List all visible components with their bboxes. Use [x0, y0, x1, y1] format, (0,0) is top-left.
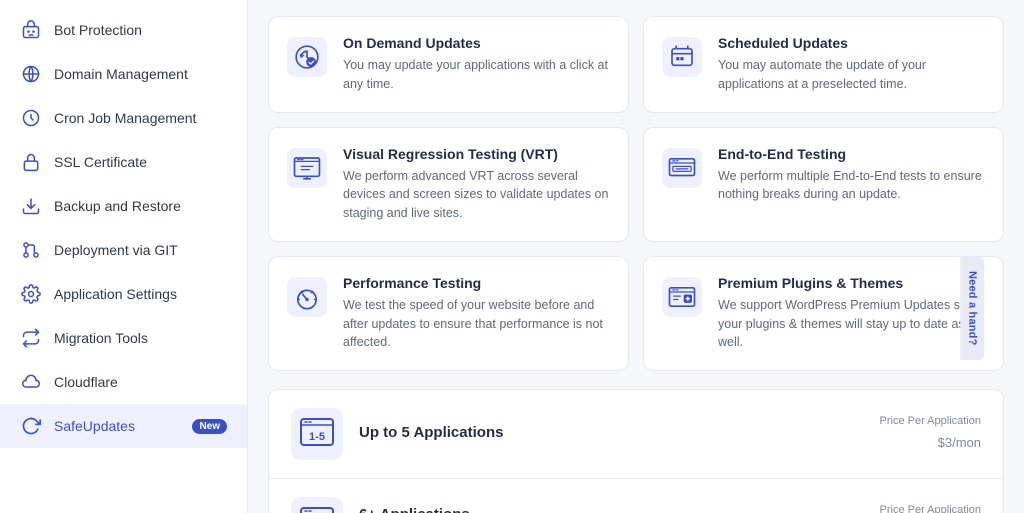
sidebar-label-ssl-certificate: SSL Certificate — [54, 154, 147, 170]
sidebar-item-deployment-via-git[interactable]: Deployment via GIT — [0, 228, 247, 272]
lock-icon — [20, 151, 42, 173]
scheduled-updates-icon — [660, 35, 704, 79]
pricing-title-up-to-5: Up to 5 Applications — [359, 424, 864, 441]
sidebar-item-ssl-certificate[interactable]: SSL Certificate — [0, 140, 247, 184]
e2e-icon — [660, 146, 704, 190]
pricing-row-up-to-5: 1-5 Up to 5 Applications Price Per Appli… — [269, 390, 1003, 479]
on-demand-updates-icon — [285, 35, 329, 79]
feature-card-performance: Performance Testing We test the speed of… — [268, 256, 629, 371]
vrt-desc: We perform advanced VRT across several d… — [343, 167, 610, 223]
performance-desc: We test the speed of your website before… — [343, 296, 610, 352]
scheduled-updates-title: Scheduled Updates — [718, 35, 985, 51]
sidebar-item-domain-management[interactable]: Domain Management — [0, 52, 247, 96]
sidebar-label-application-settings: Application Settings — [54, 286, 177, 302]
e2e-desc: We perform multiple End-to-End tests to … — [718, 167, 985, 205]
performance-title: Performance Testing — [343, 275, 610, 291]
pricing-per-app-label-1: Price Per Application — [880, 504, 982, 513]
e2e-text: End-to-End Testing We perform multiple E… — [718, 146, 985, 205]
globe-icon — [20, 63, 42, 85]
sidebar-item-backup-and-restore[interactable]: Backup and Restore — [0, 184, 247, 228]
pricing-amount-up-to-5: Price Per Application $3/mon — [880, 415, 982, 453]
pricing-title-6-plus: 6+ Applications — [359, 506, 864, 513]
sidebar: Bot Protection Domain Management Cron Jo… — [0, 0, 248, 513]
pricing-amount-6-plus: Price Per Application $2/mon — [880, 504, 982, 513]
sidebar-label-domain-management: Domain Management — [54, 66, 188, 82]
scheduled-updates-desc: You may automate the update of your appl… — [718, 56, 985, 94]
premium-text: Premium Plugins & Themes We support Word… — [718, 275, 985, 352]
premium-title: Premium Plugins & Themes — [718, 275, 985, 291]
sidebar-item-safeupdates[interactable]: SafeUpdates New — [0, 404, 247, 448]
need-hand-tab[interactable]: Need a hand? — [961, 257, 985, 360]
svg-text:1-5: 1-5 — [309, 431, 325, 443]
sidebar-label-backup-and-restore: Backup and Restore — [54, 198, 181, 214]
safeupdates-badge: New — [192, 419, 227, 434]
sidebar-item-cloudflare[interactable]: Cloudflare — [0, 360, 247, 404]
pricing-per-app-label-0: Price Per Application — [880, 415, 982, 427]
premium-desc: We support WordPress Premium Updates so … — [718, 296, 985, 352]
sidebar-item-cron-job-management[interactable]: Cron Job Management — [0, 96, 247, 140]
sidebar-item-migration-tools[interactable]: Migration Tools — [0, 316, 247, 360]
refresh-icon — [20, 415, 42, 437]
clock-icon — [20, 107, 42, 129]
pricing-price-0: $3/mon — [938, 427, 981, 452]
features-grid: On Demand Updates You may update your ap… — [268, 16, 1004, 371]
pricing-label-up-to-5: Up to 5 Applications — [359, 424, 864, 444]
gear-icon — [20, 283, 42, 305]
on-demand-updates-title: On Demand Updates — [343, 35, 610, 51]
sidebar-item-application-settings[interactable]: Application Settings — [0, 272, 247, 316]
premium-icon — [660, 275, 704, 319]
on-demand-updates-text: On Demand Updates You may update your ap… — [343, 35, 610, 94]
sidebar-label-cloudflare: Cloudflare — [54, 374, 118, 390]
main-content: On Demand Updates You may update your ap… — [248, 0, 1024, 513]
pricing-row-6-plus: 6 6+ Applications Save an extra $1 when … — [269, 479, 1003, 513]
pricing-label-6-plus: 6+ Applications Save an extra $1 when yo… — [359, 506, 864, 513]
git-icon — [20, 239, 42, 261]
performance-icon — [285, 275, 329, 319]
scheduled-updates-text: Scheduled Updates You may automate the u… — [718, 35, 985, 94]
cloudflare-icon — [20, 371, 42, 393]
vrt-title: Visual Regression Testing (VRT) — [343, 146, 610, 162]
backup-icon — [20, 195, 42, 217]
on-demand-updates-desc: You may update your applications with a … — [343, 56, 610, 94]
e2e-title: End-to-End Testing — [718, 146, 985, 162]
performance-text: Performance Testing We test the speed of… — [343, 275, 610, 352]
vrt-text: Visual Regression Testing (VRT) We perfo… — [343, 146, 610, 223]
feature-card-vrt: Visual Regression Testing (VRT) We perfo… — [268, 127, 629, 242]
vrt-icon — [285, 146, 329, 190]
sidebar-label-safeupdates: SafeUpdates — [54, 418, 135, 434]
sidebar-label-bot-protection: Bot Protection — [54, 22, 142, 38]
sidebar-item-bot-protection[interactable]: Bot Protection — [0, 8, 247, 52]
pricing-section: 1-5 Up to 5 Applications Price Per Appli… — [268, 389, 1004, 513]
feature-card-premium: Premium Plugins & Themes We support Word… — [643, 256, 1004, 371]
feature-card-scheduled-updates: Scheduled Updates You may automate the u… — [643, 16, 1004, 113]
migration-icon — [20, 327, 42, 349]
pricing-icon-up-to-5: 1-5 — [291, 408, 343, 460]
bot-icon — [20, 19, 42, 41]
feature-card-on-demand-updates: On Demand Updates You may update your ap… — [268, 16, 629, 113]
feature-card-e2e: End-to-End Testing We perform multiple E… — [643, 127, 1004, 242]
sidebar-label-cron-job-management: Cron Job Management — [54, 110, 196, 126]
pricing-icon-6-plus: 6 — [291, 497, 343, 513]
sidebar-label-migration-tools: Migration Tools — [54, 330, 148, 346]
sidebar-label-deployment-via-git: Deployment via GIT — [54, 242, 178, 258]
